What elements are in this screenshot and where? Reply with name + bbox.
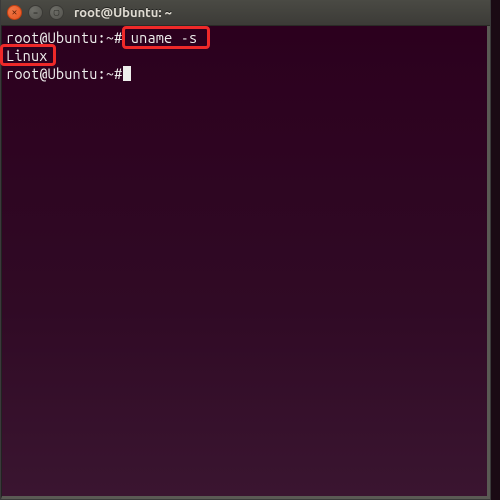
minimize-button[interactable]: – <box>28 5 43 20</box>
terminal-line: Linux <box>6 47 483 65</box>
maximize-icon: ▢ <box>54 7 59 18</box>
terminal-cursor <box>123 66 131 81</box>
shell-prompt: root@Ubuntu:~# <box>6 29 122 46</box>
terminal-line: root@Ubuntu:~# uname -s <box>6 29 483 47</box>
window-title: root@Ubuntu: ~ <box>74 6 172 20</box>
maximize-button[interactable]: ▢ <box>49 5 64 20</box>
shell-command: uname -s <box>122 29 197 46</box>
shell-prompt: root@Ubuntu:~# <box>6 65 122 82</box>
terminal-line: root@Ubuntu:~# <box>6 65 483 83</box>
terminal-window: ✕ – ▢ root@Ubuntu: ~ root@Ubuntu:~# unam… <box>0 0 491 500</box>
close-icon: ✕ <box>12 7 17 18</box>
window-controls: ✕ – ▢ <box>7 5 64 20</box>
minimize-icon: – <box>33 8 38 18</box>
terminal-body[interactable]: root@Ubuntu:~# uname -s Linux root@Ubunt… <box>1 26 490 499</box>
close-button[interactable]: ✕ <box>7 5 22 20</box>
command-output: Linux <box>6 47 48 64</box>
window-titlebar[interactable]: ✕ – ▢ root@Ubuntu: ~ <box>1 0 490 26</box>
